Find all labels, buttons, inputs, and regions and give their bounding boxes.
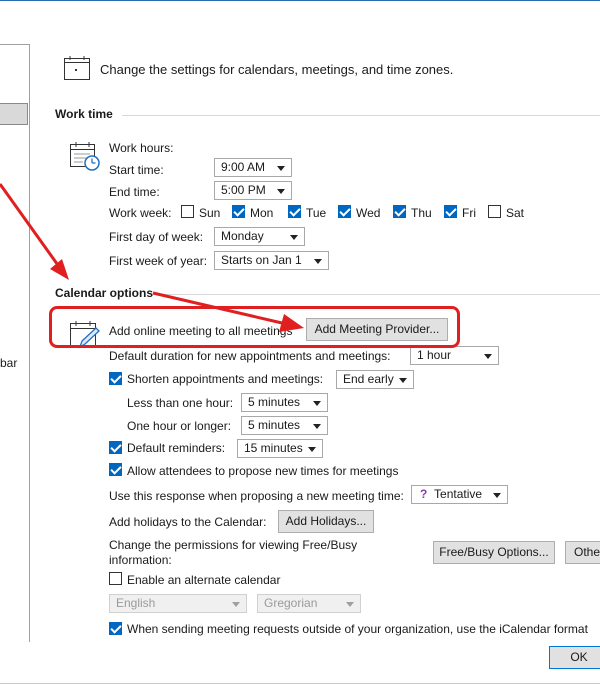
allow-propose-label: Allow attendees to propose new times for… xyxy=(127,464,399,478)
thu-label: Thu xyxy=(411,206,432,220)
alternate-language-dropdown[interactable]: English xyxy=(109,594,247,613)
hour-or-longer-value: 5 minutes xyxy=(248,418,301,432)
window-top-border xyxy=(0,0,600,1)
chevron-down-icon xyxy=(232,602,240,607)
dialog-footer-divider xyxy=(0,683,600,684)
annotation-arrows xyxy=(0,170,320,340)
response-label: Use this response when proposing a new m… xyxy=(109,489,404,503)
nav-item-selected-calendar[interactable] xyxy=(0,103,28,125)
section-divider xyxy=(122,115,600,116)
alternate-calendar-type-value: Gregorian xyxy=(264,596,318,610)
alternate-calendar-label: Enable an alternate calendar xyxy=(127,573,281,587)
calendar-icon xyxy=(63,55,91,81)
wed-label: Wed xyxy=(356,206,381,220)
tentative-question-icon: ? xyxy=(420,487,428,501)
shorten-label: Shorten appointments and meetings: xyxy=(127,372,324,386)
nav-item-partial-label[interactable]: bar xyxy=(0,356,17,370)
wed-checkbox[interactable] xyxy=(338,205,351,218)
permissions-label-line1: Change the permissions for viewing Free/… xyxy=(109,538,358,552)
response-value: Tentative xyxy=(434,487,483,501)
chevron-down-icon xyxy=(399,378,407,383)
less-than-hour-dropdown[interactable]: 5 minutes xyxy=(241,393,328,412)
chevron-down-icon xyxy=(484,354,492,359)
shorten-dropdown[interactable]: End early xyxy=(336,370,414,389)
response-dropdown[interactable]: ? Tentative xyxy=(411,485,508,504)
less-than-hour-value: 5 minutes xyxy=(248,395,301,409)
add-holidays-button[interactable]: Add Holidays... xyxy=(278,510,374,533)
default-reminders-checkbox[interactable] xyxy=(109,441,122,454)
sat-checkbox[interactable] xyxy=(488,205,501,218)
arrow-to-add-meeting-provider xyxy=(152,291,304,332)
other-time-zones-button[interactable]: Othe xyxy=(565,541,600,564)
less-than-hour-label: Less than one hour: xyxy=(127,396,234,410)
holidays-label: Add holidays to the Calendar: xyxy=(109,515,267,529)
chevron-down-icon xyxy=(346,602,354,607)
ok-button[interactable]: OK xyxy=(549,646,600,669)
allow-propose-checkbox[interactable] xyxy=(109,463,122,476)
hour-or-longer-dropdown[interactable]: 5 minutes xyxy=(241,416,328,435)
default-duration-dropdown[interactable]: 1 hour xyxy=(410,346,499,365)
alternate-calendar-checkbox[interactable] xyxy=(109,572,122,585)
free-busy-options-button[interactable]: Free/Busy Options... xyxy=(433,541,555,564)
default-duration-value: 1 hour xyxy=(417,348,452,362)
alternate-language-value: English xyxy=(116,596,156,610)
thu-checkbox[interactable] xyxy=(393,205,406,218)
chevron-down-icon xyxy=(308,447,316,452)
arrow-to-calendar-options xyxy=(0,183,69,280)
page-description: Change the settings for calendars, meeti… xyxy=(100,62,454,77)
icalendar-label: When sending meeting requests outside of… xyxy=(127,622,588,636)
calendar-clock-icon xyxy=(68,141,102,173)
hour-or-longer-label: One hour or longer: xyxy=(127,419,232,433)
work-hours-label: Work hours: xyxy=(109,141,174,155)
chevron-down-icon xyxy=(493,493,501,498)
sat-label: Sat xyxy=(506,206,525,220)
shorten-checkbox[interactable] xyxy=(109,372,122,385)
icalendar-checkbox[interactable] xyxy=(109,622,122,635)
permissions-label-line2: information: xyxy=(109,553,172,567)
default-reminders-value: 15 minutes xyxy=(244,441,303,455)
work-time-heading: Work time xyxy=(55,107,113,121)
chevron-down-icon xyxy=(313,401,321,406)
shorten-value: End early xyxy=(343,372,394,386)
chevron-down-icon xyxy=(313,424,321,429)
options-nav-pane xyxy=(0,44,30,642)
fri-label: Fri xyxy=(462,206,476,220)
alternate-calendar-type-dropdown[interactable]: Gregorian xyxy=(257,594,361,613)
default-duration-label: Default duration for new appointments an… xyxy=(109,349,391,363)
default-reminders-dropdown[interactable]: 15 minutes xyxy=(237,439,323,458)
default-reminders-label: Default reminders: xyxy=(127,441,226,455)
fri-checkbox[interactable] xyxy=(444,205,457,218)
